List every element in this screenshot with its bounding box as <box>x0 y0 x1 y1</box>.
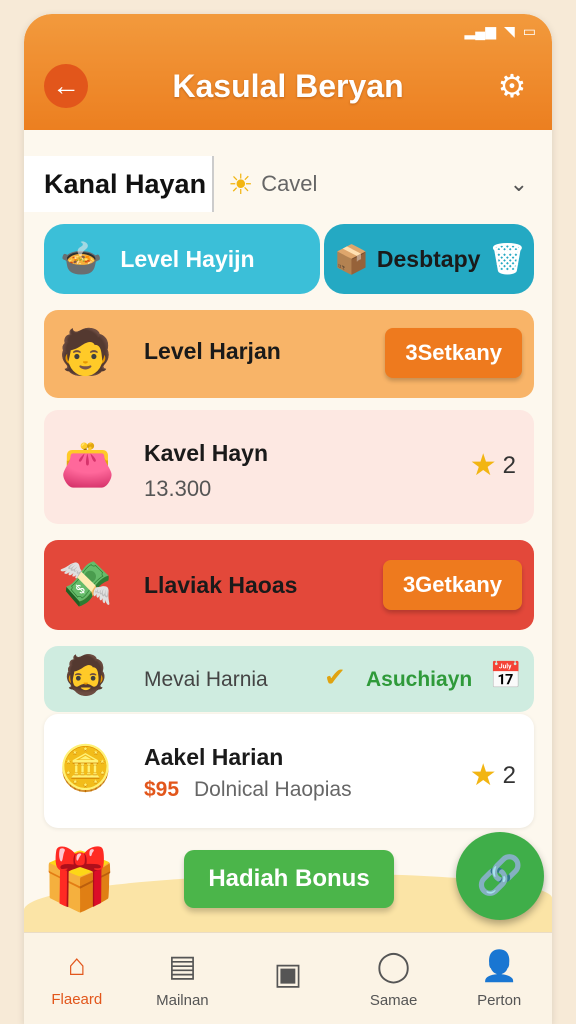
person-icon: 👤 <box>480 949 518 983</box>
signal-icon: ▂▄▆ <box>464 22 496 39</box>
selector-label: Cavel <box>261 171 318 196</box>
rating: ★ 2 <box>470 448 516 483</box>
nav-samae[interactable]: ◯ Samae <box>341 933 447 1024</box>
category-selector[interactable]: Kanal Hayan ☀ Cavel ⌄ <box>24 154 552 214</box>
gear-icon: ⚙ <box>497 68 527 104</box>
bonus-button[interactable]: Hadiah Bonus <box>184 850 394 908</box>
rating-value: 2 <box>502 761 516 789</box>
card-level-harjan[interactable]: 🧑 Level Harjan 3Setkany <box>44 310 534 398</box>
app-header: ▂▄▆ ◥ ▭ ← Kasulal Beryan ⚙ <box>24 14 552 130</box>
nav-box[interactable]: ▣ <box>235 933 341 1024</box>
pill-level-label: Level Hayijn <box>120 245 255 272</box>
card-tag: Asuchiayn <box>366 668 473 691</box>
wifi-icon: ◥ <box>503 22 515 39</box>
card-value: 13.300 <box>144 476 212 501</box>
battery-icon: ▭ <box>522 22 536 39</box>
card-llaviak[interactable]: 💸 Llaviak Haoas 3Getkany <box>44 540 534 630</box>
selector-title: Kanal Hayan <box>24 156 215 212</box>
card-title: Aakel Harian <box>144 744 284 770</box>
bowl-icon: 🍲 <box>60 240 103 278</box>
nav-label: Flaeard <box>51 991 103 1008</box>
doc-icon: ▤ <box>168 949 197 983</box>
bottom-nav: ⌂ Flaeard ▤ Mailnan ▣ ◯ Samae 👤 Perton <box>24 932 552 1024</box>
card-kavel-hayn[interactable]: 👛 Kavel Hayn 13.300 ★ 2 <box>44 410 534 524</box>
box-icon: 📦 <box>334 243 369 275</box>
nav-label: Perton <box>477 991 522 1009</box>
nav-mailnan[interactable]: ▤ Mailnan <box>130 933 236 1024</box>
search-icon: ◯ <box>376 949 411 983</box>
money-icon: 💸 <box>58 560 113 609</box>
card-title: Mevai Harnia <box>144 668 268 691</box>
status-bar: ▂▄▆ ◥ ▭ <box>24 14 552 48</box>
pill-desbtapy-label: Desbtapy <box>376 245 481 272</box>
rating-value: 2 <box>502 451 516 479</box>
rating: ★ 2 <box>470 758 516 793</box>
coin-icon: 🪙 <box>58 744 113 793</box>
nav-home[interactable]: ⌂ Flaeard <box>24 933 130 1024</box>
card-title: Kavel Hayn <box>144 440 269 466</box>
page-title: Kasulal Beryan <box>172 68 404 104</box>
sun-icon: ☀ <box>228 168 254 200</box>
nav-perton[interactable]: 👤 Perton <box>446 933 552 1024</box>
card-aakel-harian[interactable]: 🪙 Aakel Harian $95 Dolnical Haopias ★ 2 <box>44 714 534 828</box>
link-icon: 🔗 <box>476 855 524 897</box>
basket-icon: 🗑 <box>488 242 527 276</box>
star-icon: ★ <box>469 449 497 482</box>
calendar-icon: 📅 <box>489 660 522 690</box>
star-icon: ★ <box>469 759 497 792</box>
nav-label: Mailnan <box>156 991 209 1009</box>
card-title: Level Harjan <box>144 338 281 364</box>
phone-frame: ▂▄▆ ◥ ▭ ← Kasulal Beryan ⚙ Kanal Hayan ☀… <box>24 14 552 1024</box>
gift-icon: 🎁 <box>42 846 117 913</box>
nav-label: Samae <box>369 991 418 1009</box>
setkany-button[interactable]: 3Setkany <box>385 328 522 378</box>
pill-desbtapy[interactable]: 📦 Desbtapy 🗑 <box>324 224 534 294</box>
home-icon: ⌂ <box>67 949 86 982</box>
character-icon: 🧑 <box>58 328 113 377</box>
card-title: Llaviak Haoas <box>144 572 298 598</box>
card-subtitle: Dolnical Haopias <box>194 778 352 801</box>
pill-level[interactable]: 🍲 Level Hayijn <box>44 224 320 294</box>
wallet-icon: 👛 <box>60 440 115 489</box>
link-fab[interactable]: 🔗 <box>456 832 544 920</box>
card-price: $95 <box>144 778 180 801</box>
getkany-button[interactable]: 3Getkany <box>382 560 522 610</box>
check-icon: ✔ <box>324 662 346 692</box>
avatar-icon: 🧔 <box>62 655 110 697</box>
chevron-down-icon[interactable]: ⌄ <box>510 171 528 197</box>
card-mevai-harnia[interactable]: 🧔 Mevai Harnia ✔ Asuchiayn 📅 <box>44 646 534 712</box>
settings-button[interactable]: ⚙ <box>490 64 534 108</box>
box-icon: ▣ <box>273 958 303 991</box>
